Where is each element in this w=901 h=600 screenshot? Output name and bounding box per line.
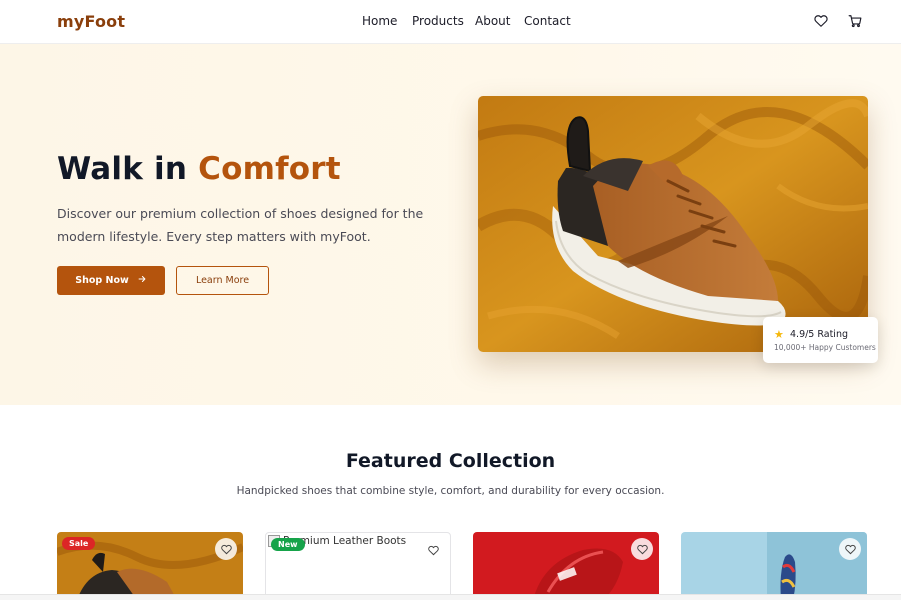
product-card[interactable]: [681, 532, 867, 600]
shop-now-button[interactable]: Shop Now: [57, 266, 165, 295]
navbar: myFoot Home Products About Contact: [0, 0, 901, 44]
logo[interactable]: myFoot: [57, 12, 125, 31]
product-image: [473, 532, 659, 600]
hero-shoe-image: [478, 96, 868, 352]
nav-link-about[interactable]: About: [475, 14, 524, 28]
heart-icon: [427, 545, 439, 555]
nav-icons: [814, 13, 862, 28]
arrow-right-icon: [137, 274, 147, 287]
featured-title: Featured Collection: [345, 450, 556, 472]
hero-title-plain: Walk in: [57, 151, 199, 187]
featured-subtitle: Handpicked shoes that combine style, com…: [236, 485, 665, 497]
wishlist-button[interactable]: [839, 538, 861, 560]
heart-icon[interactable]: [814, 13, 828, 27]
nav-link-home[interactable]: Home: [362, 14, 412, 28]
product-image: [681, 532, 867, 600]
rating-value: 4.9/5 Rating: [790, 329, 849, 340]
heart-icon: [220, 544, 232, 554]
hero-title: Walk in Comfort: [57, 151, 341, 187]
nav-links: Home Products About Contact: [362, 14, 584, 28]
learn-more-button[interactable]: Learn More: [176, 266, 269, 295]
rating-card: ★ 4.9/5 Rating 10,000+ Happy Customers: [763, 317, 878, 363]
star-icon: ★: [774, 328, 784, 341]
product-card[interactable]: Premium Leather Boots New: [265, 532, 451, 600]
wishlist-button[interactable]: [422, 539, 444, 561]
new-badge: New: [271, 538, 305, 551]
wishlist-button[interactable]: [631, 538, 653, 560]
rating-subtext: 10,000+ Happy Customers: [774, 343, 876, 352]
product-card[interactable]: Sale: [57, 532, 243, 600]
horizontal-scrollbar[interactable]: [0, 594, 901, 600]
wishlist-button[interactable]: [215, 538, 237, 560]
sale-badge: Sale: [62, 537, 96, 550]
hero-section: Walk in Comfort Discover our premium col…: [0, 44, 901, 405]
nav-link-products[interactable]: Products: [412, 14, 475, 28]
nav-link-contact[interactable]: Contact: [524, 14, 584, 28]
shop-now-label: Shop Now: [75, 275, 129, 286]
heart-icon: [636, 544, 648, 554]
cart-icon[interactable]: [848, 13, 862, 28]
heart-icon: [844, 544, 856, 554]
product-card[interactable]: [473, 532, 659, 600]
hero-title-accent: Comfort: [198, 151, 341, 187]
hero-description: Discover our premium collection of shoes…: [57, 206, 424, 244]
